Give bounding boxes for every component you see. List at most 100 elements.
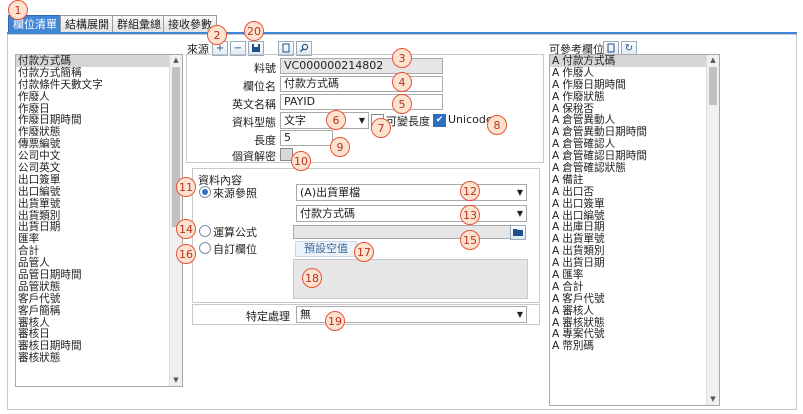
table-prefix: A xyxy=(552,173,560,186)
field-list-item[interactable]: 客戶簡稱 xyxy=(16,305,182,317)
reference-list-item[interactable]: A 出口否 xyxy=(550,186,719,198)
table-prefix: A xyxy=(552,328,560,341)
field-name-input[interactable]: 付款方式碼 xyxy=(280,76,443,92)
decrypt-label: 個資解密 xyxy=(232,150,276,163)
custom-field-label: 自訂欄位 xyxy=(213,243,257,256)
reference-list-item[interactable]: A 作廢人 xyxy=(550,67,719,79)
field-list-item[interactable]: 品管狀態 xyxy=(16,281,182,293)
reference-list-item[interactable]: A 出貨日期 xyxy=(550,257,719,269)
reference-list-label: 倉管確認人 xyxy=(562,138,616,151)
table-prefix: A xyxy=(552,269,560,282)
reference-list-item[interactable]: A 備註 xyxy=(550,174,719,186)
folder-icon[interactable] xyxy=(510,225,526,240)
unicode-checkbox[interactable]: ✔ xyxy=(433,114,446,127)
reference-list-item[interactable]: A 客戶代號 xyxy=(550,293,719,305)
source-table-select[interactable]: (A)出貨單檔 ▼ xyxy=(296,184,527,201)
table-prefix: A xyxy=(552,233,560,246)
field-list-item[interactable]: 出貨類別 xyxy=(16,210,182,222)
reference-list-item[interactable]: A 出貨類別 xyxy=(550,245,719,257)
reference-list-item[interactable]: A 倉管異動人 xyxy=(550,114,719,126)
field-list-item[interactable]: 付款方式簡稱 xyxy=(16,67,182,79)
table-prefix: A xyxy=(552,185,560,198)
reference-list-item[interactable]: A 專案代號 xyxy=(550,328,719,340)
chevron-down-icon: ▼ xyxy=(358,116,365,125)
reference-list-item[interactable]: A 倉管確認日期時間 xyxy=(550,150,719,162)
reference-list-item[interactable]: A 出貨單號 xyxy=(550,233,719,245)
reference-list-item[interactable]: A 出口編號 xyxy=(550,210,719,222)
reference-list-item[interactable]: A 倉管確認狀態 xyxy=(550,162,719,174)
table-prefix: A xyxy=(552,280,560,293)
reference-list-item[interactable]: A 幣別碼 xyxy=(550,340,719,352)
annotation-badge: 8 xyxy=(487,115,507,135)
annotation-badge: 3 xyxy=(392,48,412,68)
reference-list-item[interactable]: A 合計 xyxy=(550,281,719,293)
field-list-item[interactable]: 作廢日 xyxy=(16,103,182,115)
reference-list-label: 倉管確認日期時間 xyxy=(562,150,647,163)
field-list-item[interactable]: 作廢日期時間 xyxy=(16,114,182,127)
field-list-item[interactable]: 傳票編號 xyxy=(16,138,182,150)
formula-radio[interactable] xyxy=(199,225,211,237)
reference-list-label: 出口簽單 xyxy=(562,197,605,210)
field-list-item[interactable]: 合計 xyxy=(16,245,182,257)
field-list-item[interactable]: 出口編號 xyxy=(16,186,182,198)
length-input[interactable]: 5 xyxy=(280,130,333,146)
field-list-item[interactable]: 付款方式碼 xyxy=(16,55,182,67)
field-list-item[interactable]: 匯率 xyxy=(16,233,182,245)
field-list-item[interactable]: 出貨日期 xyxy=(16,221,182,234)
scroll-down-icon[interactable]: ▼ xyxy=(170,375,182,386)
reference-list-item[interactable]: A 付款方式碼 xyxy=(550,55,719,67)
reference-list-item[interactable]: A 審核狀態 xyxy=(550,317,719,329)
tab-group-summary[interactable]: 群組彙總 xyxy=(112,15,166,33)
reference-list-label: 客戶代號 xyxy=(562,292,605,305)
reference-list-item[interactable]: A 匯率 xyxy=(550,269,719,281)
reference-list-item[interactable]: A 出口簽單 xyxy=(550,198,719,210)
reference-list-label: 出貨日期 xyxy=(562,257,605,270)
formula-label: 運算公式 xyxy=(213,226,257,239)
field-list-item[interactable]: 作廢狀態 xyxy=(16,126,182,138)
tab-structure-expand[interactable]: 結構展開 xyxy=(60,15,114,33)
field-name-label: 欄位名 xyxy=(243,80,276,93)
reference-list-item[interactable]: A 作廢狀態 xyxy=(550,91,719,103)
chevron-down-icon: ▼ xyxy=(516,310,523,319)
scroll-up-icon[interactable]: ▲ xyxy=(707,55,719,66)
source-ref-radio[interactable] xyxy=(199,186,211,198)
annotation-badge: 16 xyxy=(176,244,196,264)
reference-list-item[interactable]: A 審核人 xyxy=(550,305,719,317)
scroll-up-icon[interactable]: ▲ xyxy=(170,55,182,66)
reference-field-list[interactable]: A 付款方式碼 A 作廢人 A 作廢日期時間 A 作廢狀態 A 保稅否 A 倉管異動人 A 倉管異動日期時… xyxy=(549,54,720,406)
reference-list-item[interactable]: A 倉管確認人 xyxy=(550,138,719,150)
field-list-item[interactable]: 客戶代號 xyxy=(16,293,182,305)
reference-list-item[interactable]: A 倉管異動日期時間 xyxy=(550,126,719,138)
english-name-input[interactable]: PAYID xyxy=(280,94,443,110)
field-list[interactable]: 付款方式碼 付款方式簡稱 付款條件天數文字 作廢人 作廢日 作廢日期時間 作廢狀態 傳票編號公… xyxy=(15,54,183,387)
field-list-item[interactable]: 公司中文 xyxy=(16,150,182,162)
field-list-item[interactable]: 審核日 xyxy=(16,328,182,341)
field-list-item[interactable]: 審核人 xyxy=(16,317,182,329)
field-list-item[interactable]: 品管日期時間 xyxy=(16,269,182,281)
reference-list-item[interactable]: A 保稅否 xyxy=(550,103,719,115)
reference-list-item[interactable]: A 作廢日期時間 xyxy=(550,79,719,91)
table-prefix: A xyxy=(552,78,560,91)
reference-list-label: 出口否 xyxy=(562,185,595,198)
unicode-label: Unicode xyxy=(448,113,493,126)
field-list-item[interactable]: 審核狀態 xyxy=(16,352,182,364)
field-list-item[interactable]: 付款條件天數文字 xyxy=(16,79,182,91)
source-field-select[interactable]: 付款方式碼 ▼ xyxy=(296,205,527,222)
length-label: 長度 xyxy=(254,134,276,147)
field-list-item[interactable]: 作廢人 xyxy=(16,91,182,103)
custom-field-radio[interactable] xyxy=(199,242,211,254)
default-null-button[interactable]: 預設空值 xyxy=(295,241,357,257)
reference-list-scrollbar[interactable]: ▲ ▼ xyxy=(706,55,719,405)
field-list-item[interactable]: 公司英文 xyxy=(16,162,182,174)
scroll-thumb[interactable] xyxy=(709,67,717,105)
field-list-item[interactable]: 品管人 xyxy=(16,257,182,269)
reference-list-item[interactable]: A 出庫日期 xyxy=(550,221,719,233)
scroll-thumb[interactable] xyxy=(172,67,180,227)
field-list-item[interactable]: 審核日期時間 xyxy=(16,340,182,352)
field-list-item[interactable]: 出貨單號 xyxy=(16,198,182,210)
special-handling-label: 特定處理 xyxy=(246,310,290,323)
scroll-down-icon[interactable]: ▼ xyxy=(707,394,719,405)
reference-list-label: 保稅否 xyxy=(562,102,595,115)
field-list-item[interactable]: 出口簽單 xyxy=(16,174,182,186)
data-type-select[interactable]: 文字 ▼ xyxy=(280,112,369,129)
